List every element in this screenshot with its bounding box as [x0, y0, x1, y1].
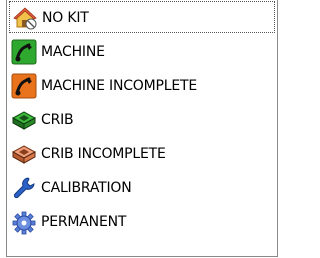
crib-green-icon [11, 107, 37, 133]
home-house-icon [12, 5, 38, 31]
option-calibration[interactable]: CALIBRATION [9, 172, 275, 204]
kit-type-dropdown-list: NO KIT MACHINE MACHINE INCOMPLETE CRIB C… [6, 0, 278, 257]
option-permanent[interactable]: PERMANENT [9, 206, 275, 238]
crib-orange-icon [11, 141, 37, 167]
option-label: CALIBRATION [41, 180, 132, 196]
option-label: MACHINE [41, 44, 105, 60]
machine-orange-icon [11, 73, 37, 99]
option-label: CRIB INCOMPLETE [41, 146, 166, 162]
option-no-kit[interactable]: NO KIT [9, 1, 275, 33]
machine-green-icon [11, 39, 37, 65]
option-label: NO KIT [42, 10, 89, 26]
wrench-icon [11, 175, 37, 201]
option-crib[interactable]: CRIB [9, 104, 275, 136]
option-machine-incomplete[interactable]: MACHINE INCOMPLETE [9, 70, 275, 102]
gear-icon [11, 209, 37, 235]
option-crib-incomplete[interactable]: CRIB INCOMPLETE [9, 138, 275, 170]
option-label: MACHINE INCOMPLETE [41, 78, 197, 94]
option-label: CRIB [41, 112, 74, 128]
option-machine[interactable]: MACHINE [9, 36, 275, 68]
option-label: PERMANENT [41, 214, 127, 230]
